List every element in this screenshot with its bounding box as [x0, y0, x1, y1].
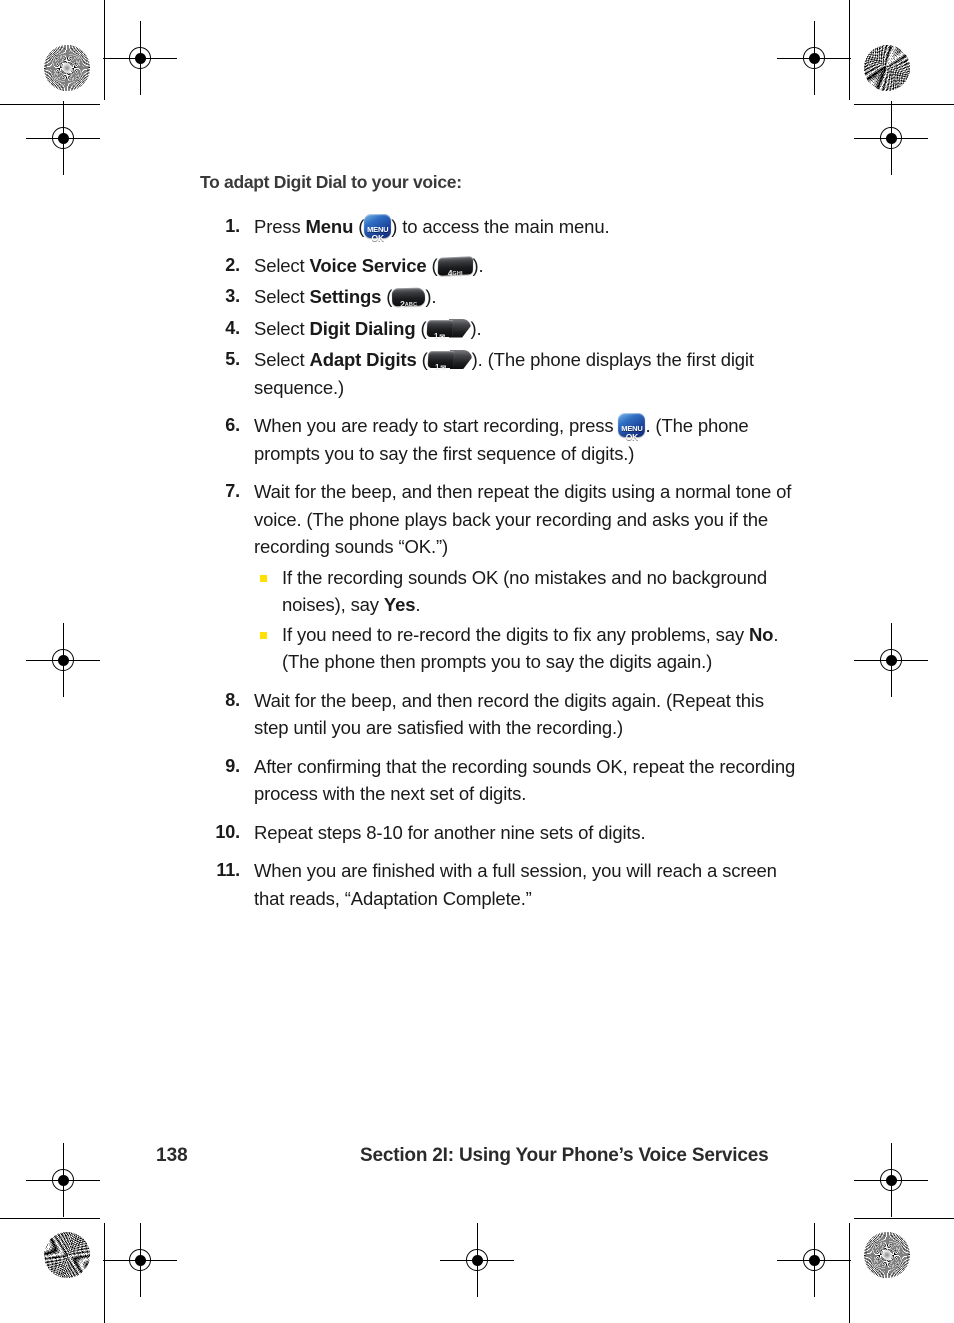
menu-ok-key-icon: MENU OK	[618, 413, 646, 442]
procedure-step-list: 1. Press Menu (MENU OK) to access the mai…	[200, 213, 800, 923]
step-item: 5. Select Adapt Digits (1✉). (The phone …	[200, 346, 800, 401]
keypad-1-label: 1✉	[434, 363, 446, 372]
step-text-mid: (	[416, 349, 428, 370]
registration-target-middle-left	[26, 623, 100, 697]
sub-text-bold: Yes	[383, 594, 416, 615]
registration-target-bottom-center	[440, 1223, 514, 1297]
step-text-bold: Menu	[305, 216, 354, 237]
step-text-post: ).	[425, 286, 437, 307]
envelope-icon: ✉	[440, 365, 446, 372]
square-bullet-icon	[260, 574, 267, 582]
sub-text-pre: If you need to re-record the digits to f…	[282, 623, 749, 645]
step-number: 3.	[225, 286, 240, 306]
step-item: 9. After confirming that the recording s…	[200, 753, 800, 808]
keypad-4-ghi-icon: 4GHI	[437, 255, 473, 277]
step-text-pre: Select	[254, 254, 310, 276]
step-text-bold: Settings	[309, 286, 382, 307]
step-number: 6.	[225, 415, 240, 435]
step-text-pre: When you are finished with a full sessio…	[254, 860, 777, 909]
page-number: 138	[156, 1145, 188, 1166]
step-number: 2.	[225, 254, 240, 275]
crop-line-bottom-left-vertical	[104, 1223, 105, 1323]
crop-line-bottom-right-horizontal	[854, 1218, 954, 1219]
step-text-mid: (	[415, 317, 427, 339]
step-text-pre: When you are ready to start recording, p…	[254, 415, 619, 436]
registration-target-upper-left	[26, 101, 100, 175]
rosette-mark-bottom-left	[44, 1232, 90, 1278]
step-text-post: ).	[472, 254, 484, 276]
step-item: 4. Select Digit Dialing (1✉).	[200, 315, 800, 343]
manual-page: To adapt Digit Dial to your voice: 1. Pr…	[0, 0, 954, 1323]
keypad-1-voicemail-icon: 1✉	[427, 350, 472, 372]
step-text-bold: Voice Service	[309, 254, 427, 276]
step-text-pre: Select	[254, 286, 310, 307]
step-text-post: ).	[470, 317, 482, 339]
menu-ok-key-icon: MENU OK	[364, 214, 392, 243]
sub-bullet-list: If the recording sounds OK (no mistakes …	[254, 564, 800, 676]
step-text-bold: Digit Dialing	[309, 317, 416, 339]
menu-ok-key-bottom-label: OK	[625, 432, 639, 442]
step-number: 8.	[225, 689, 240, 710]
registration-target-upper-right	[854, 101, 928, 175]
step-item: 11. When you are finished with a full se…	[200, 857, 800, 912]
registration-target-middle-right	[854, 623, 928, 697]
step-number: 10.	[215, 821, 240, 842]
step-item: 2. Select Voice Service (4GHI).	[200, 252, 800, 280]
keypad-1-body: 1✉	[427, 351, 455, 372]
sub-text-post: .	[415, 594, 421, 615]
registration-target-bottom-left-inner	[103, 1223, 177, 1297]
step-item: 6. When you are ready to start recording…	[200, 412, 800, 467]
keypad-2-abc-icon: 2ABC	[392, 287, 426, 309]
crop-line-top-left-vertical	[104, 0, 105, 100]
step-item: 1. Press Menu (MENU OK) to access the mai…	[200, 213, 800, 243]
step-text-pre: Repeat steps 8-10 for another nine sets …	[254, 821, 646, 843]
step-number: 7.	[225, 481, 240, 501]
crop-line-top-left-horizontal	[0, 104, 100, 105]
crop-line-bottom-right-vertical	[849, 1223, 850, 1323]
envelope-icon: ✉	[438, 333, 445, 341]
step-text-pre: Select	[254, 317, 310, 339]
step-text-pre: Wait for the beep, and then repeat the d…	[254, 481, 792, 557]
keypad-1-body: 1✉	[426, 319, 453, 341]
registration-target-top-left-inner	[103, 21, 177, 95]
step-number: 9.	[225, 755, 240, 776]
rosette-mark-top-left	[44, 45, 90, 91]
sub-text-pre: If the recording sounds OK (no mistakes …	[282, 566, 768, 616]
step-text-mid: (	[426, 254, 438, 276]
step-item: 3. Select Settings (2ABC).	[200, 283, 800, 311]
square-bullet-icon	[260, 631, 267, 639]
step-text-mid: (	[381, 286, 393, 307]
crop-line-top-right-horizontal	[854, 104, 954, 105]
keypad-1-voicemail-icon: 1✉	[426, 318, 471, 341]
step-item: 7. Wait for the beep, and then repeat th…	[200, 478, 800, 676]
step-number: 1.	[225, 216, 240, 236]
step-text-bold: Adapt Digits	[309, 349, 417, 370]
registration-target-top-right-inner	[777, 21, 851, 95]
menu-ok-key-bottom-label: OK	[371, 233, 385, 243]
rosette-mark-bottom-right	[864, 1232, 910, 1278]
step-text-pre: After confirming that the recording soun…	[254, 755, 796, 805]
step-number: 4.	[225, 317, 240, 338]
registration-target-bottom-right-inner	[777, 1223, 851, 1297]
step-text-pre: Select	[254, 349, 310, 370]
sub-text-bold: No	[748, 623, 774, 645]
crop-line-top-right-vertical	[849, 0, 850, 100]
rosette-mark-top-right	[864, 45, 910, 91]
step-text-mid: (	[353, 216, 365, 237]
page-footer: 138 Section 2I: Using Your Phone’s Voice…	[0, 1145, 954, 1175]
sub-bullet-item: If the recording sounds OK (no mistakes …	[254, 564, 800, 619]
step-text-post: ) to access the main menu.	[391, 216, 610, 237]
section-title: Section 2I: Using Your Phone’s Voice Ser…	[360, 1145, 769, 1166]
step-item: 10. Repeat steps 8-10 for another nine s…	[200, 819, 800, 847]
step-item: 8. Wait for the beep, and then record th…	[200, 687, 800, 742]
step-text-pre: Wait for the beep, and then record the d…	[254, 689, 764, 739]
sub-bullet-item: If you need to re-record the digits to f…	[254, 621, 800, 676]
step-text-pre: Press	[254, 216, 306, 237]
page-heading: To adapt Digit Dial to your voice:	[200, 172, 462, 192]
step-number: 11.	[216, 860, 240, 880]
crop-line-bottom-left-horizontal	[0, 1218, 100, 1219]
step-number: 5.	[225, 349, 240, 369]
